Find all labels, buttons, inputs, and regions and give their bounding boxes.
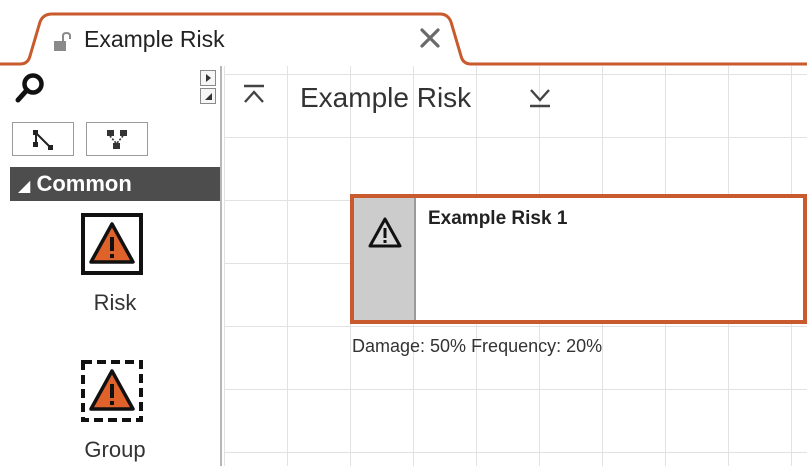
warning-icon: [368, 217, 402, 248]
diagram-canvas[interactable]: Example Risk Example Risk 1 Damage: 50% …: [224, 66, 807, 466]
expand-right-icon[interactable]: [200, 70, 216, 86]
group-warning-icon: [81, 360, 143, 422]
palette-item-group[interactable]: Group: [60, 359, 170, 466]
risk-node[interactable]: Example Risk 1: [350, 194, 807, 324]
palette-item-label: Risk: [93, 290, 137, 315]
close-icon[interactable]: [418, 26, 442, 50]
palette-toggle: [200, 70, 216, 106]
connector-icon: [33, 130, 53, 150]
collapse-corner-icon[interactable]: [200, 88, 216, 104]
unlock-icon: [54, 31, 71, 51]
palette-item-label: Group: [84, 437, 146, 462]
tab-strip: Example Risk: [0, 0, 807, 66]
tab-title: Example Risk: [84, 26, 225, 52]
navigate-up-icon[interactable]: [240, 82, 268, 110]
auto-layout-icon: [107, 130, 127, 149]
search-icon[interactable]: [14, 72, 46, 104]
diagram-title: Example Risk: [300, 82, 472, 113]
risk-warning-icon: [81, 213, 143, 275]
risk-node-icon-panel: [354, 198, 416, 320]
section-title: Common: [36, 171, 132, 196]
layout-mode-button[interactable]: [86, 122, 148, 156]
risk-node-title: Example Risk 1: [428, 208, 568, 229]
palette-item-risk[interactable]: Risk: [60, 212, 170, 332]
section-common-header[interactable]: ◢ Common: [10, 167, 220, 201]
collapse-triangle-icon: ◢: [18, 178, 31, 195]
connector-mode-button[interactable]: [12, 122, 74, 156]
risk-node-metrics: Damage: 50% Frequency: 20%: [352, 336, 603, 356]
navigate-down-icon[interactable]: [526, 82, 554, 110]
shape-palette: ◢ Common Risk Group: [0, 66, 222, 466]
